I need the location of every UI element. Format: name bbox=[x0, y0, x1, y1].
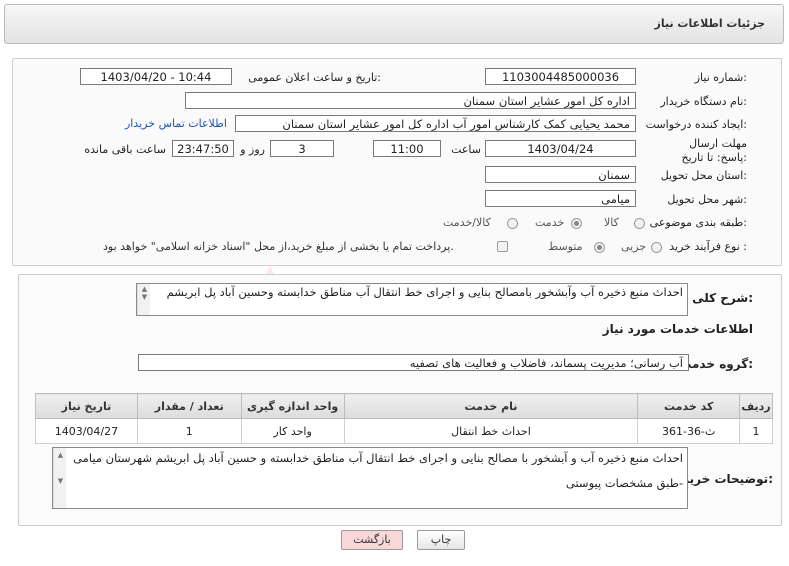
services-section-title: اطلاعات خدمات مورد نیاز bbox=[602, 322, 753, 336]
buyer-notes-line-2: -طبق مشخصات پیوستی bbox=[565, 476, 683, 490]
services-table: تاریخ نیاز تعداد / مقدار واحد اندازه گیر… bbox=[35, 393, 774, 444]
deadline-time-field: 11:00 bbox=[373, 140, 441, 157]
cell-qty: 1 bbox=[136, 418, 242, 444]
service-group-label: گروه خدمت: bbox=[679, 357, 753, 371]
buyer-notes-line-1: احداث منبع ذخیره آب و آبشخور با مصالح بن… bbox=[73, 451, 683, 465]
purchase-medium-label: متوسط bbox=[548, 240, 583, 253]
city-field: میامی bbox=[485, 190, 636, 207]
city-label: شهر محل تحویل: bbox=[667, 193, 747, 206]
summary-textarea: احداث منبع ذخیره آب وآبشخور بامصالح بنای… bbox=[136, 283, 688, 316]
deadline-time-label: ساعت bbox=[451, 143, 481, 156]
treasury-payment-checkbox[interactable] bbox=[497, 241, 508, 252]
summary-scrollbar[interactable]: ▲ ▼ bbox=[137, 284, 150, 315]
province-field: سمنان bbox=[485, 166, 636, 183]
purchase-minor-label: جزیی bbox=[621, 240, 647, 253]
scroll-down-icon[interactable]: ▼ bbox=[55, 477, 66, 485]
col-header-code: کد خدمت bbox=[637, 393, 740, 419]
category-service-label: خدمت bbox=[535, 216, 565, 229]
need-number-field: 1103004485000036 bbox=[485, 68, 636, 85]
days-field: 3 bbox=[270, 140, 334, 157]
page-title: جزئیات اطلاعات نیاز bbox=[654, 17, 766, 30]
announce-datetime-label: تاریخ و ساعت اعلان عمومی: bbox=[248, 71, 381, 84]
requester-field: محمد یحیایی کمک کارشناس امور آب اداره کل… bbox=[235, 115, 636, 132]
buyer-org-label: نام دستگاه خریدار: bbox=[660, 95, 747, 108]
col-header-row: ردیف bbox=[738, 393, 774, 419]
scroll-up-icon[interactable]: ▲ bbox=[55, 451, 66, 459]
col-header-date: تاریخ نیاز bbox=[35, 393, 138, 419]
scroll-down-icon[interactable]: ▼ bbox=[139, 293, 150, 301]
purchase-minor-radio[interactable] bbox=[651, 242, 662, 253]
remaining-time-field: 23:47:50 bbox=[172, 140, 234, 157]
deadline-date-field: 1403/04/24 bbox=[485, 140, 636, 157]
deadline-label: مهلت ارسال پاسخ: تا تاریخ: bbox=[681, 137, 747, 164]
buyer-notes-textarea: احداث منبع ذخیره آب و آبشخور با مصالح بن… bbox=[52, 447, 688, 509]
buyer-contact-link[interactable]: اطلاعات تماس خریدار bbox=[125, 117, 227, 130]
requester-label: ایجاد کننده درخواست: bbox=[645, 118, 747, 131]
cell-row: 1 bbox=[738, 418, 774, 444]
page-header: جزئیات اطلاعات نیاز bbox=[4, 4, 784, 44]
print-button[interactable]: چاپ bbox=[417, 530, 465, 550]
services-table-header: تاریخ نیاز تعداد / مقدار واحد اندازه گیر… bbox=[35, 393, 774, 419]
col-header-name: نام خدمت bbox=[343, 393, 639, 419]
category-goods-service-radio[interactable] bbox=[507, 218, 518, 229]
back-button[interactable]: بازگشت bbox=[341, 530, 403, 550]
scroll-up-icon[interactable]: ▲ bbox=[139, 285, 150, 293]
col-header-unit: واحد اندازه گیری bbox=[240, 393, 345, 419]
announce-datetime-field: 1403/04/20 - 10:44 bbox=[80, 68, 232, 85]
category-service-radio[interactable] bbox=[571, 218, 582, 229]
cell-code: ث-36-361 bbox=[637, 418, 740, 444]
days-label: روز و bbox=[240, 143, 265, 156]
buyer-org-field: اداره کل امور عشایر استان سمنان bbox=[185, 92, 636, 109]
category-goods-radio[interactable] bbox=[634, 218, 645, 229]
cell-unit: واحد کار bbox=[240, 418, 345, 444]
cell-name: احداث خط انتقال bbox=[343, 418, 639, 444]
treasury-payment-note: پرداخت تمام یا بخشی از مبلغ خرید،از محل … bbox=[103, 240, 454, 253]
cell-date: 1403/04/27 bbox=[35, 418, 138, 444]
col-header-qty: تعداد / مقدار bbox=[136, 393, 242, 419]
category-goods-label: کالا bbox=[604, 216, 619, 229]
category-goods-service-label: کالا/خدمت bbox=[443, 216, 491, 229]
summary-text: احداث منبع ذخیره آب وآبشخور بامصالح بنای… bbox=[166, 285, 683, 299]
need-number-label: شماره نیاز: bbox=[694, 71, 747, 84]
buyer-notes-scrollbar[interactable]: ▲ ▼ bbox=[53, 448, 66, 508]
table-row: 1403/04/27 1 واحد کار احداث خط انتقال ث-… bbox=[35, 418, 774, 444]
service-group-field: آب رسانی؛ مدیریت پسماند، فاضلاب و فعالیت… bbox=[138, 354, 689, 371]
category-label: طبقه بندی موضوعی: bbox=[649, 216, 747, 229]
purchase-type-label: نوع فرآیند خرید : bbox=[669, 240, 747, 253]
province-label: استان محل تحویل: bbox=[660, 169, 747, 182]
purchase-medium-radio[interactable] bbox=[594, 242, 605, 253]
remaining-time-label: ساعت باقی مانده bbox=[84, 143, 166, 156]
